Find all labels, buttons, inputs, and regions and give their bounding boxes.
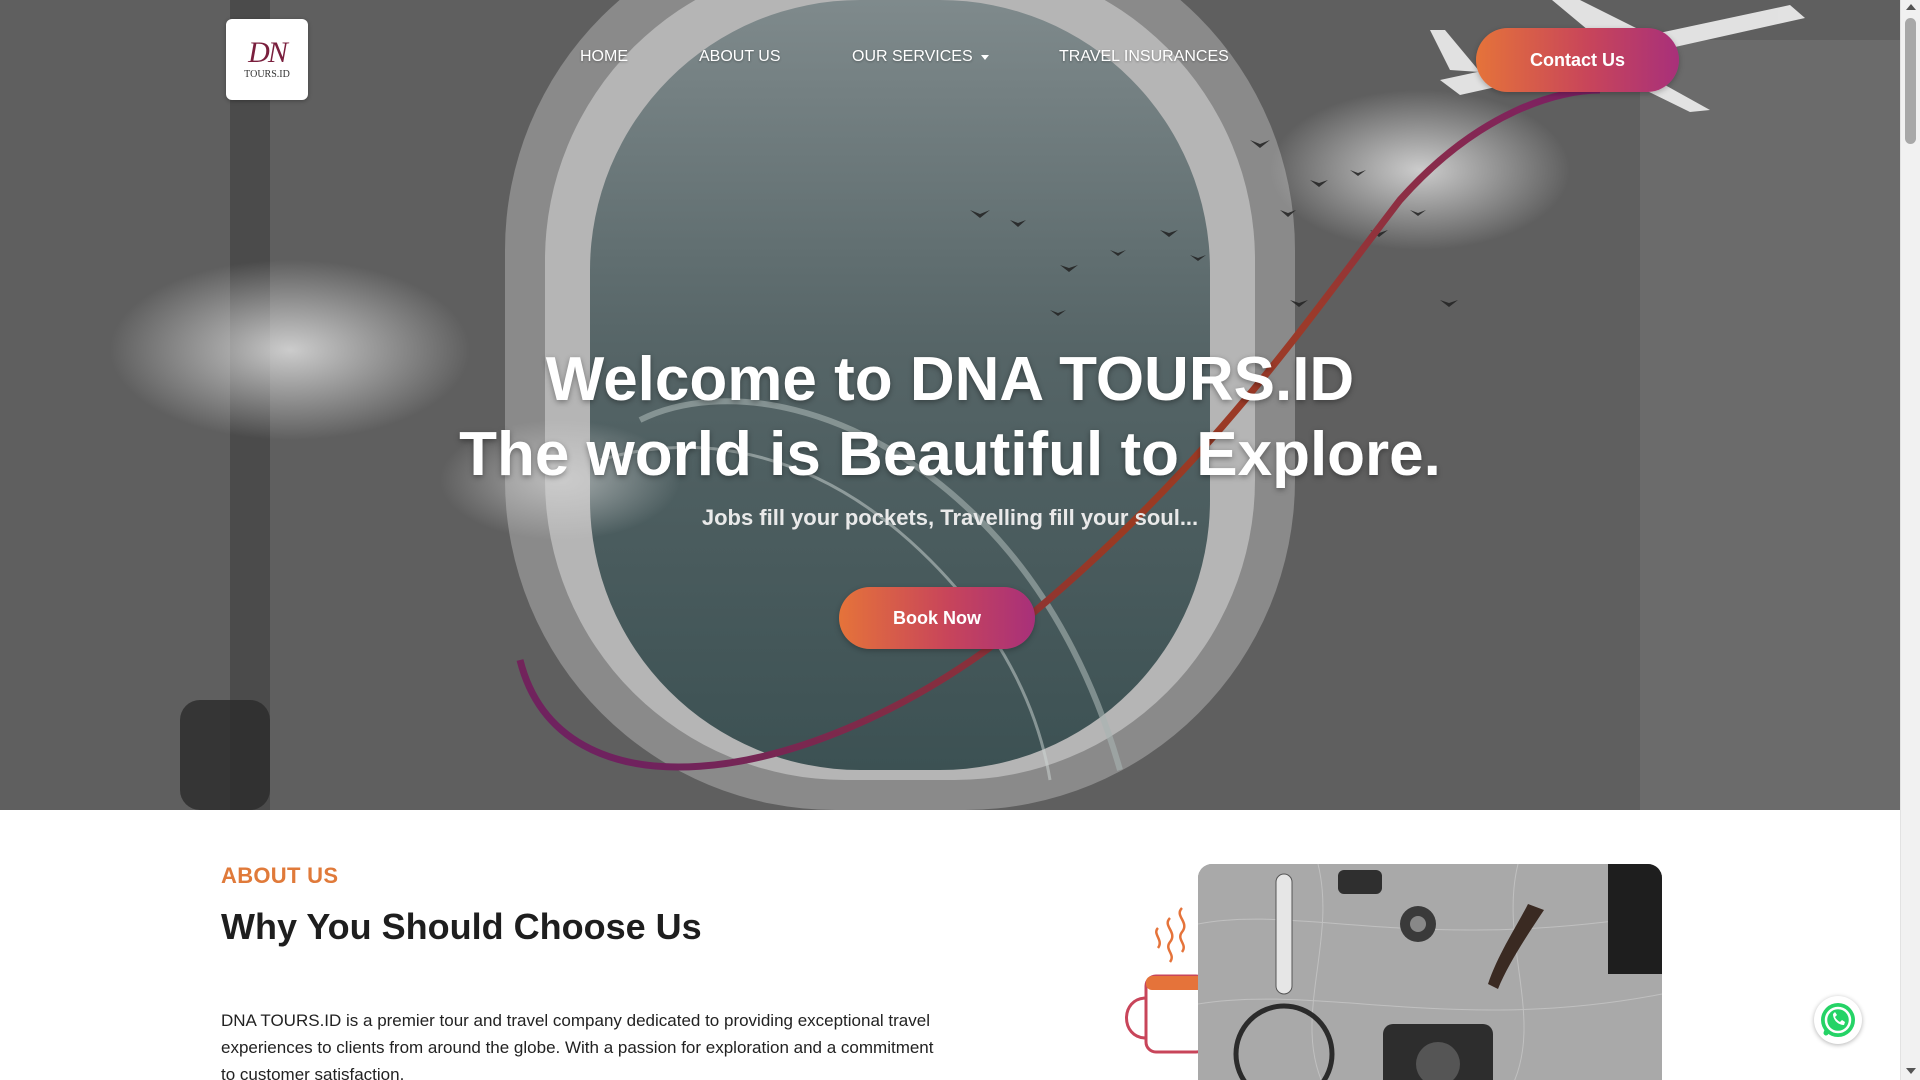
nav-item-our-services-label: OUR SERVICES	[852, 48, 973, 65]
hero-title-line2: The world is Beautiful to Explore.	[459, 420, 1441, 489]
contact-us-button[interactable]: Contact Us	[1476, 28, 1679, 92]
scroll-down-arrow-icon[interactable]	[1906, 1068, 1916, 1074]
hero-section: DN TOURS.ID HOME ABOUT US OUR SERVICES T…	[0, 0, 1900, 810]
nav-item-travel-insurances[interactable]: TRAVEL INSURANCES	[1059, 48, 1229, 66]
caret-down-icon	[980, 55, 989, 60]
scrollbar-thumb[interactable]	[1905, 18, 1916, 144]
about-section-label: ABOUT US	[221, 863, 339, 888]
logo-text: TOURS.ID	[244, 69, 290, 80]
hero-title-line1: Welcome to DNA TOURS.ID	[545, 345, 1355, 414]
scroll-up-arrow-icon[interactable]	[1906, 4, 1916, 10]
hero-subtitle: Jobs fill your pockets, Travelling fill …	[701, 505, 1199, 530]
nav-item-home[interactable]: HOME	[580, 48, 628, 66]
travel-items-illustration	[1198, 864, 1662, 1080]
nav-item-our-services[interactable]: OUR SERVICES	[852, 48, 989, 66]
page-scrollbar[interactable]	[1900, 0, 1920, 1080]
whatsapp-chat-button[interactable]	[1814, 996, 1862, 1044]
about-description: DNA TOURS.ID is a premier tour and trave…	[221, 1011, 934, 1080]
logo-mark: DN	[248, 36, 288, 69]
about-travel-photo	[1198, 864, 1662, 1080]
nav-item-about-us[interactable]: ABOUT US	[699, 48, 781, 66]
brand-logo[interactable]: DN TOURS.ID	[226, 19, 308, 100]
whatsapp-icon	[1821, 1003, 1855, 1037]
book-now-button[interactable]: Book Now	[839, 587, 1035, 649]
about-section-title: Why You Should Choose Us	[221, 906, 702, 947]
